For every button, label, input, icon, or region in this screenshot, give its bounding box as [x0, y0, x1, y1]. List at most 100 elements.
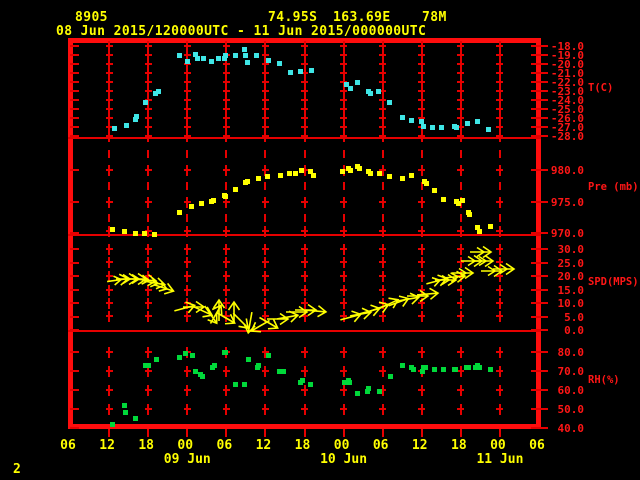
aws-meteogram-screen: 8905 74.95S 163.69E 78M 08 Jun 2015/1200…: [0, 0, 640, 480]
grid-plus-mark: [457, 225, 465, 237]
grid-plus-mark: [105, 164, 113, 176]
pressure-point: [409, 173, 415, 179]
relative-humidity-ytick-label: 50.0: [557, 403, 585, 416]
relative-humidity-point: [245, 357, 251, 363]
relative-humidity-point: [223, 349, 229, 355]
relative-humidity-point: [453, 366, 459, 372]
grid-plus-mark: [457, 297, 465, 309]
left-axis-tick: [70, 261, 79, 264]
relative-humidity-point: [354, 391, 360, 397]
left-axis-tick: [70, 126, 79, 128]
temperature-point: [195, 56, 201, 62]
grid-dash-mark: [264, 150, 267, 158]
grid-plus-mark: [301, 256, 308, 268]
pressure-point: [122, 229, 128, 235]
pressure-point: [255, 176, 261, 182]
station-id: 8905: [75, 10, 108, 25]
grid-plus-mark: [183, 256, 191, 268]
temperature-point: [367, 91, 373, 97]
temperature-point: [133, 113, 139, 119]
temperature-point: [439, 124, 445, 130]
grid-plus-mark: [144, 196, 152, 208]
relative-humidity-point: [122, 410, 128, 416]
pressure-point: [386, 174, 392, 180]
grid-dash-mark: [459, 150, 462, 158]
grid-plus-mark: [144, 403, 152, 415]
bottom-axis-tick: [420, 429, 423, 437]
grid-plus-mark: [496, 196, 504, 208]
pressure-point: [432, 188, 438, 194]
pressure-point: [376, 171, 382, 177]
relative-humidity-point: [281, 368, 287, 374]
temperature-point: [223, 52, 229, 58]
temperature-point: [429, 125, 435, 131]
temperature-point: [354, 79, 360, 85]
grid-plus-mark: [457, 346, 465, 358]
grid-plus-mark: [340, 270, 348, 282]
hour-label: 00: [490, 438, 506, 453]
left-axis-tick: [70, 232, 79, 234]
temperature-axis-title: T(C): [588, 82, 614, 94]
grid-dash-mark: [459, 214, 462, 222]
temperature-point: [176, 52, 182, 58]
temperature-point: [287, 69, 293, 75]
temperature-point: [309, 67, 315, 73]
pressure-point: [292, 170, 298, 176]
pressure-ytick-label: 970.0: [550, 227, 584, 240]
relative-humidity-point: [189, 353, 195, 359]
grid-plus-mark: [222, 164, 230, 176]
wind-speed-ytick-label: 0.0: [564, 324, 584, 337]
grid-plus-mark: [340, 403, 348, 415]
temperature-point: [298, 68, 304, 74]
grid-dash-mark: [186, 182, 189, 190]
temperature-point: [408, 118, 414, 124]
grid-plus-mark: [457, 130, 465, 142]
grid-plus-mark: [222, 225, 230, 237]
wind-speed-ytick-label: 30.0: [557, 243, 585, 256]
left-axis-tick: [70, 329, 79, 331]
temperature-point: [464, 120, 470, 126]
bottom-axis-tick: [147, 429, 150, 437]
grid-plus-mark: [340, 365, 348, 377]
temperature-point: [216, 56, 222, 62]
temperature-point: [253, 52, 259, 58]
grid-plus-mark: [379, 243, 387, 255]
temperature-point: [112, 126, 118, 132]
bottom-axis-tick: [108, 429, 111, 437]
wind-arrow: [302, 297, 330, 325]
date-label: 11 Jun: [476, 452, 524, 467]
left-axis-tick: [70, 90, 79, 92]
grid-dash-mark: [108, 214, 111, 222]
hour-label: 18: [451, 438, 467, 453]
hour-label: 06: [372, 438, 389, 453]
grid-plus-mark: [301, 403, 308, 415]
station-latitude: 74.95S: [268, 10, 318, 25]
relative-humidity-point: [410, 366, 416, 372]
temperature-point: [347, 85, 353, 91]
pressure-point: [277, 173, 283, 179]
grid-plus-mark: [105, 310, 113, 322]
grid-dash-mark: [381, 182, 384, 190]
grid-plus-mark: [496, 297, 504, 309]
pressure-point: [466, 211, 472, 217]
grid-plus-mark: [496, 310, 504, 322]
temperature-point: [242, 47, 248, 53]
grid-plus-mark: [183, 164, 191, 176]
relative-humidity-ytick-label: 70.0: [557, 365, 585, 378]
left-axis-tick: [70, 389, 79, 391]
temperature-point: [185, 58, 191, 64]
pressure-ytick-label: 980.0: [550, 164, 584, 177]
grid-dash-mark: [264, 214, 267, 222]
temperature-point: [156, 88, 162, 94]
humidity-axis-title: RH(%): [588, 374, 620, 386]
grid-plus-mark: [183, 270, 191, 282]
grid-plus-mark: [301, 346, 308, 358]
grid-plus-mark: [183, 243, 191, 255]
relative-humidity-point: [132, 416, 138, 421]
left-axis-tick: [70, 302, 79, 304]
left-axis-tick: [70, 72, 79, 74]
bottom-axis-tick: [459, 429, 462, 437]
grid-dash-mark: [303, 150, 306, 158]
grid-plus-mark: [261, 384, 269, 396]
grid-plus-mark: [183, 384, 191, 396]
